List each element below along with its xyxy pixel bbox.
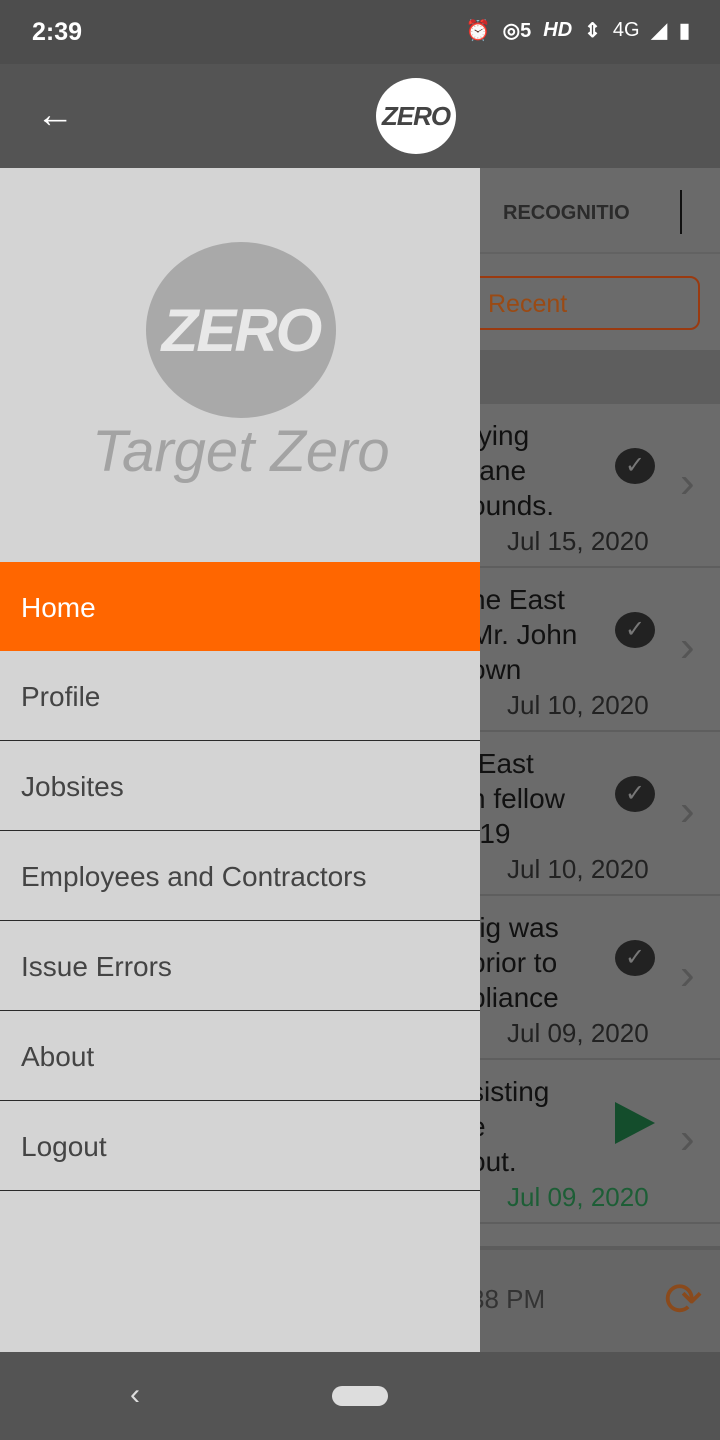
item-date: Jul 09, 2020 — [507, 1182, 649, 1212]
last-sync-time: 38 PM — [470, 1284, 546, 1314]
nav-back-icon[interactable]: ‹ — [130, 1378, 140, 1412]
menu-item-jobsites[interactable]: Jobsites — [0, 741, 480, 831]
menu-item-home[interactable]: Home — [0, 562, 480, 651]
item-text: fying rane ounds. — [470, 420, 555, 521]
tab-recognition[interactable]: RECOGNITIO — [503, 202, 633, 225]
tab-divider — [680, 190, 682, 234]
item-date: Jul 09, 2020 — [507, 1018, 649, 1048]
item-date: Jul 10, 2020 — [507, 690, 649, 720]
drawer-logo: ZERO — [146, 242, 336, 418]
app-logo: ZERO — [376, 78, 456, 154]
chevron-right-icon: › — [680, 786, 695, 835]
item-date: Jul 15, 2020 — [507, 526, 649, 556]
drawer-brand: Target Zero — [92, 419, 390, 484]
data-arrows-icon: ⇕ — [584, 20, 601, 42]
network-label: 4G — [612, 19, 640, 41]
chevron-right-icon: › — [680, 458, 695, 507]
hotspot-icon: ◎5 — [502, 20, 532, 42]
app-bar: ← ZERO — [0, 64, 720, 168]
drawer-menu: Home Profile Jobsites Employees and Contrac… — [0, 562, 480, 1191]
signal-icon: ◢ — [651, 20, 667, 42]
play-icon — [615, 1102, 655, 1144]
menu-item-about[interactable]: About — [0, 1011, 480, 1101]
system-nav-bar: ‹ — [0, 1352, 720, 1440]
check-circle-icon: ✓ — [615, 940, 655, 976]
check-circle-icon: ✓ — [615, 776, 655, 812]
hotspot-count: 5 — [520, 20, 532, 42]
item-date: Jul 10, 2020 — [507, 854, 649, 884]
alarm-icon: ⏰ — [465, 20, 491, 42]
status-bar: 2:39 ⏰ ◎5 HD ⇕ 4G ◢ ▮ — [0, 0, 720, 64]
menu-item-logout[interactable]: Logout — [0, 1101, 480, 1191]
chevron-right-icon: › — [680, 950, 695, 999]
item-text: he East Mr. John own — [470, 584, 578, 685]
item-text: sisting e out. — [470, 1076, 550, 1177]
check-circle-icon: ✓ — [615, 612, 655, 648]
navigation-drawer: ZERO Target Zero Home Profile Jobsites Empl… — [0, 168, 480, 1352]
item-text: rig was prior to pliance — [470, 912, 559, 1013]
clock: 2:39 — [32, 18, 83, 46]
chevron-right-icon: › — [680, 622, 695, 671]
menu-item-profile[interactable]: Profile — [0, 651, 480, 741]
item-text: East n fellow -19 — [470, 748, 565, 849]
arrow-left-icon[interactable]: ← — [36, 94, 74, 137]
battery-icon: ▮ — [678, 20, 690, 42]
nav-home-pill[interactable] — [332, 1386, 388, 1406]
menu-item-employees-and-contractors[interactable]: Employees and Contractors — [0, 831, 480, 921]
check-circle-icon: ✓ — [615, 448, 655, 484]
sync-icon[interactable]: ⟳ — [664, 1272, 703, 1326]
hd-label: HD — [543, 19, 573, 41]
chevron-right-icon: › — [680, 1114, 695, 1163]
menu-item-issue-errors[interactable]: Issue Errors — [0, 921, 480, 1011]
